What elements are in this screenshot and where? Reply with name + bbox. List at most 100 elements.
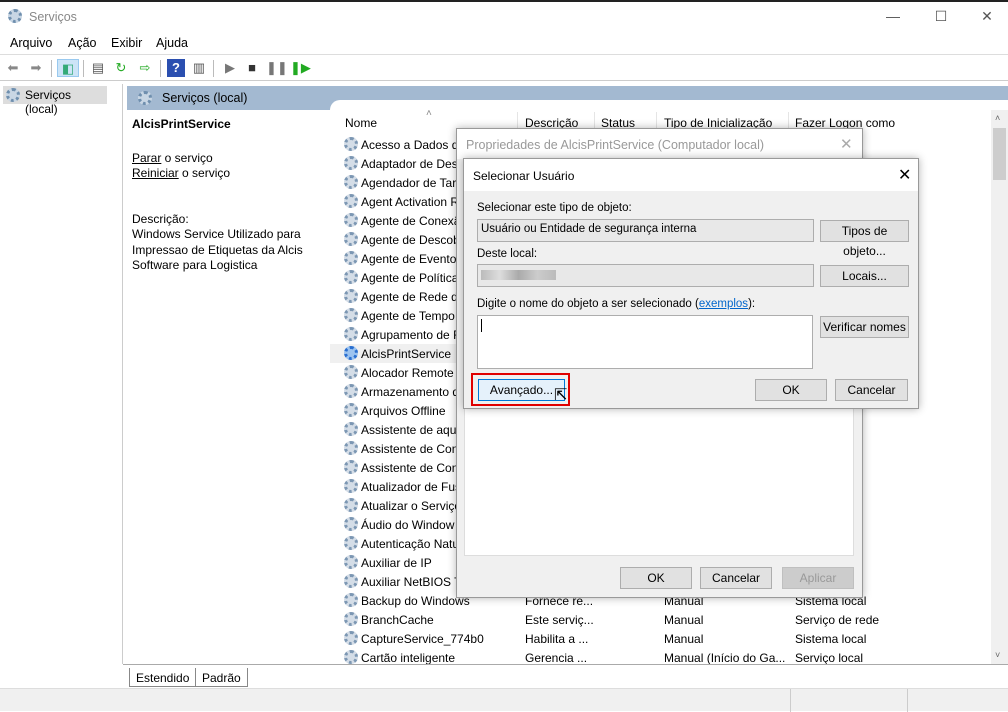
scroll-down-icon[interactable]: ˅ bbox=[995, 650, 1000, 660]
help-icon[interactable]: ? bbox=[167, 59, 185, 77]
action-pane-icon[interactable]: ▥ bbox=[190, 59, 208, 77]
column-name[interactable]: Nome bbox=[345, 116, 377, 130]
service-name-cell: Arquivos Offline bbox=[361, 404, 446, 418]
stop-service-link[interactable]: Parar bbox=[132, 151, 161, 165]
tab-extended[interactable]: Estendido bbox=[129, 668, 197, 687]
back-arrow-icon[interactable]: ⬅ bbox=[4, 59, 22, 77]
gear-icon bbox=[344, 365, 358, 379]
scroll-thumb[interactable] bbox=[993, 128, 1006, 180]
service-name-cell: Autenticação Natu bbox=[361, 537, 460, 551]
service-name-cell: Agent Activation R bbox=[361, 195, 460, 209]
sort-ascending-icon: ˄ bbox=[426, 110, 432, 119]
properties-icon[interactable]: ▤ bbox=[89, 59, 107, 77]
service-row[interactable]: CaptureService_774b0 Habilita a ... Manual… bbox=[330, 629, 991, 648]
minimize-button[interactable]: — bbox=[870, 8, 916, 30]
gear-icon bbox=[344, 270, 358, 284]
select-user-cancel-button[interactable]: Cancelar bbox=[835, 379, 908, 401]
service-name-cell: Assistente de Con bbox=[361, 461, 459, 475]
tab-standard[interactable]: Padrão bbox=[195, 668, 248, 687]
service-name-cell: Cartão inteligente bbox=[361, 651, 456, 664]
scroll-up-icon[interactable]: ˄ bbox=[995, 113, 1000, 123]
export-list-icon[interactable]: ⇨ bbox=[136, 59, 154, 77]
select-user-close-icon[interactable]: ✕ bbox=[898, 165, 911, 185]
gear-icon bbox=[344, 593, 358, 607]
select-user-ok-button[interactable]: OK bbox=[755, 379, 827, 401]
mouse-cursor-icon: ⇱ bbox=[554, 387, 568, 404]
properties-close-icon[interactable]: ✕ bbox=[840, 135, 853, 153]
gear-icon bbox=[344, 194, 358, 208]
restart-service-link[interactable]: Reiniciar bbox=[132, 166, 179, 180]
properties-ok-button[interactable]: OK bbox=[620, 567, 692, 589]
tree-item-services-local[interactable]: Serviços (local) bbox=[3, 86, 107, 116]
service-name-cell: Agente de Política bbox=[361, 271, 459, 285]
window-title: Serviços bbox=[29, 10, 77, 24]
service-row[interactable]: Cartão inteligente Gerencia ... Manual (In… bbox=[330, 648, 991, 664]
status-bar bbox=[0, 688, 1008, 712]
service-name-cell: Agente de Tempo bbox=[361, 309, 455, 323]
gear-icon bbox=[344, 289, 358, 303]
service-row[interactable]: BranchCache Este serviç... Manual Serviço d… bbox=[330, 610, 991, 629]
gear-icon bbox=[138, 91, 152, 105]
service-name-cell: Assistente de Con bbox=[361, 442, 459, 456]
service-desc-cell: Habilita a ... bbox=[525, 632, 589, 646]
service-desc-cell: Gerencia ... bbox=[525, 651, 588, 664]
object-name-label: Digite o nome do objeto a ser selecionad… bbox=[477, 298, 756, 310]
service-name-cell: Auxiliar NetBIOS T bbox=[361, 575, 462, 589]
properties-cancel-button[interactable]: Cancelar bbox=[700, 567, 772, 589]
service-desc-cell: Este serviç... bbox=[525, 613, 594, 627]
start-icon[interactable]: ▶ bbox=[221, 59, 239, 77]
menu-acao[interactable]: Ação bbox=[68, 36, 97, 50]
object-type-label: Selecionar este tipo de objeto: bbox=[477, 202, 632, 214]
service-logon-cell: Sistema local bbox=[795, 632, 867, 646]
toolbar: ⬅ ➡ ◧ ▤ ↻ ⇨ ? ▥ ▶ ■ ❚❚ ❚▶ bbox=[0, 54, 1008, 81]
service-name-cell: Acesso a Dados de bbox=[361, 138, 466, 152]
advanced-button[interactable]: Avançado... bbox=[478, 379, 565, 401]
object-type-field: Usuário ou Entidade de segurança interna bbox=[477, 219, 814, 242]
service-startup-cell: Manual (Início do Ga... bbox=[664, 651, 786, 664]
maximize-button[interactable]: ☐ bbox=[918, 8, 964, 30]
service-startup-cell: Manual bbox=[664, 613, 704, 627]
properties-dialog-title: Propriedades de AlcisPrintService (Compu… bbox=[466, 138, 765, 152]
stop-icon[interactable]: ■ bbox=[243, 59, 261, 77]
properties-apply-button[interactable]: Aplicar bbox=[782, 567, 854, 589]
menu-arquivo[interactable]: Arquivo bbox=[10, 36, 52, 50]
restart-icon[interactable]: ❚▶ bbox=[290, 59, 311, 77]
service-name-cell: Agente de Descob bbox=[361, 233, 460, 247]
check-names-button[interactable]: Verificar nomes bbox=[820, 316, 909, 338]
object-name-input[interactable] bbox=[477, 315, 813, 369]
service-name-cell: Agrupamento de F bbox=[361, 328, 461, 342]
menu-exibir[interactable]: Exibir bbox=[111, 36, 142, 50]
services-gear-icon bbox=[8, 9, 22, 23]
description-text: Windows Service Utilizado para Impressao… bbox=[132, 227, 303, 272]
examples-link[interactable]: exemplos bbox=[699, 298, 748, 310]
service-name: AlcisPrintService bbox=[132, 117, 231, 131]
object-types-button[interactable]: Tipos de objeto... bbox=[820, 220, 909, 258]
locations-button[interactable]: Locais... bbox=[820, 265, 909, 287]
service-name-cell: Alocador Remote bbox=[361, 366, 454, 380]
service-logon-cell: Serviço de rede bbox=[795, 613, 880, 627]
gear-icon bbox=[344, 479, 358, 493]
gear-icon bbox=[344, 441, 358, 455]
gear-icon bbox=[344, 422, 358, 436]
gear-icon bbox=[344, 156, 358, 170]
close-button[interactable]: ✕ bbox=[964, 8, 1008, 30]
extended-description-pane: AlcisPrintService Parar o serviço Reinic… bbox=[132, 117, 327, 274]
forward-arrow-icon[interactable]: ➡ bbox=[27, 59, 45, 77]
menu-bar: Arquivo Ação Exibir Ajuda bbox=[0, 33, 1008, 53]
show-hide-tree-icon[interactable]: ◧ bbox=[57, 59, 79, 77]
service-name-cell: Agente de Conexã bbox=[361, 214, 461, 228]
gear-icon bbox=[344, 175, 358, 189]
gear-icon bbox=[344, 555, 358, 569]
service-logon-cell: Serviço local bbox=[795, 651, 864, 664]
blurred-location bbox=[481, 270, 556, 280]
vertical-scrollbar[interactable]: ˄ ˅ bbox=[991, 110, 1008, 664]
menu-ajuda[interactable]: Ajuda bbox=[156, 36, 188, 50]
title-bar: Serviços — ☐ ✕ bbox=[0, 2, 1008, 33]
pause-icon[interactable]: ❚❚ bbox=[266, 59, 288, 77]
gear-icon bbox=[344, 574, 358, 588]
location-field bbox=[477, 264, 814, 287]
refresh-icon[interactable]: ↻ bbox=[112, 59, 130, 77]
gear-icon bbox=[344, 137, 358, 151]
select-user-title: Selecionar Usuário bbox=[473, 169, 575, 183]
service-name-cell: Agendador de Tare bbox=[361, 176, 463, 190]
